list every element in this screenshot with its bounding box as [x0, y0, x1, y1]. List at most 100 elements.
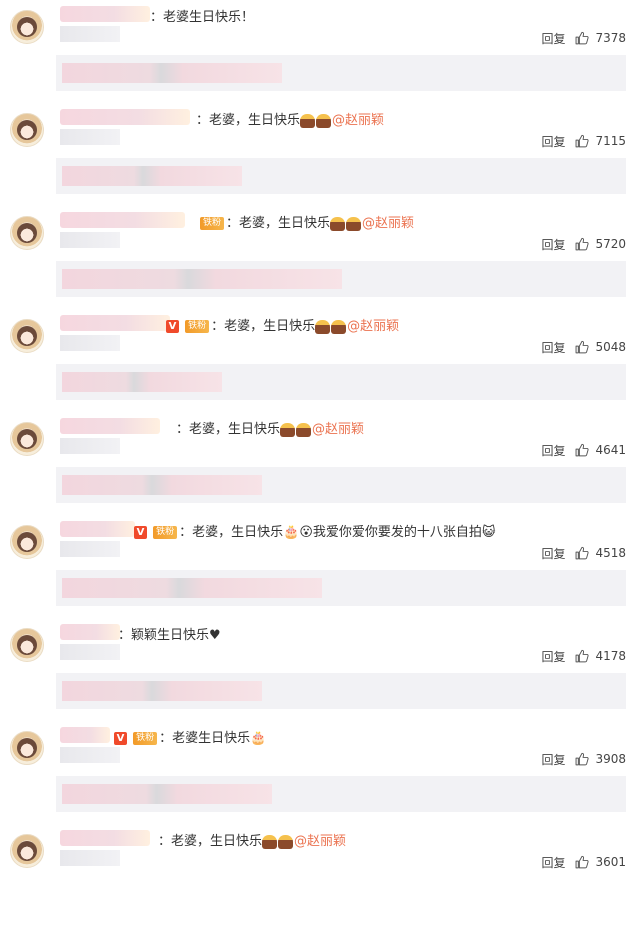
sub-reply-blurred [62, 784, 272, 804]
reply-button[interactable]: 回复 [541, 133, 565, 150]
like-button[interactable]: 7378 [575, 31, 626, 45]
timestamp-blurred [60, 335, 120, 351]
timestamp-blurred [60, 232, 120, 248]
comment-body: ：老婆，生日快乐🎂😮我爱你爱你要发的十八张自拍😺 [179, 525, 496, 540]
like-button[interactable]: 5048 [575, 340, 626, 354]
username-blurred[interactable] [60, 418, 160, 434]
sub-reply-blurred [62, 475, 262, 495]
avatar[interactable] [10, 216, 44, 250]
avatar[interactable] [10, 834, 44, 868]
like-count: 7378 [595, 31, 626, 45]
comment-actions: 回复 5048 [541, 339, 626, 355]
sub-reply-box[interactable] [56, 673, 626, 709]
vip-badge-icon: V [134, 526, 147, 539]
avatar[interactable] [10, 113, 44, 147]
sub-reply-box[interactable] [56, 261, 626, 297]
sub-reply-box[interactable] [56, 158, 626, 194]
sub-reply-blurred [62, 166, 242, 186]
sub-reply-box[interactable] [56, 570, 626, 606]
sub-reply-blurred [62, 63, 282, 83]
cake-emoji-icon [315, 319, 331, 334]
username-blurred[interactable] [60, 212, 185, 228]
avatar[interactable] [10, 319, 44, 353]
comment-list: ：老婆生日快乐！ 回复 7378 ：老婆，生日快乐 @赵丽颖 回复 7115 铁粉 ：老婆，生日… [0, 0, 640, 876]
comment-body: ：老婆，生日快乐 [196, 113, 301, 128]
timestamp-blurred [60, 26, 120, 42]
timestamp-blurred [60, 541, 120, 557]
avatar[interactable] [10, 525, 44, 559]
mention-link[interactable]: @赵丽颖 [294, 834, 346, 849]
mention-link[interactable]: @赵丽颖 [312, 422, 364, 437]
cake-emoji-icon [330, 216, 346, 231]
like-count: 4641 [595, 443, 626, 457]
like-button[interactable]: 3601 [575, 855, 626, 869]
like-button[interactable]: 4178 [575, 649, 626, 663]
comment-item: V 铁粉 ：老婆生日快乐🎂 回复 3908 [0, 721, 640, 824]
like-button[interactable]: 7115 [575, 134, 626, 148]
comment-body: ：颖颖生日快乐♥ [118, 628, 221, 643]
thumbs-up-icon [575, 31, 590, 45]
comment-body: ：老婆，生日快乐 [176, 422, 281, 437]
comment-text: ：老婆，生日快乐 @赵丽颖 [176, 418, 364, 437]
reply-button[interactable]: 回复 [541, 545, 565, 562]
cake-emoji-icon [300, 113, 316, 128]
like-count: 4178 [595, 649, 626, 663]
mention-link[interactable]: @赵丽颖 [362, 216, 414, 231]
cake-emoji-icon [280, 422, 296, 437]
reply-button[interactable]: 回复 [541, 236, 565, 253]
reply-button[interactable]: 回复 [541, 854, 565, 871]
like-button[interactable]: 5720 [575, 237, 626, 251]
reply-button[interactable]: 回复 [541, 30, 565, 47]
sub-reply-blurred [62, 681, 262, 701]
comment-text: ：颖颖生日快乐♥ [118, 624, 221, 643]
thumbs-up-icon [575, 855, 590, 869]
sub-reply-box[interactable] [56, 776, 626, 812]
comment-text: ：老婆，生日快乐 @赵丽颖 [158, 830, 346, 849]
mention-link[interactable]: @赵丽颖 [332, 113, 384, 128]
username-blurred[interactable] [60, 6, 150, 22]
sub-reply-box[interactable] [56, 467, 626, 503]
thumbs-up-icon [575, 546, 590, 560]
username-blurred[interactable] [60, 624, 120, 640]
fan-badge: 铁粉 [185, 320, 210, 333]
like-button[interactable]: 4518 [575, 546, 626, 560]
comment-actions: 回复 3908 [541, 751, 626, 767]
like-count: 3601 [595, 855, 626, 869]
like-button[interactable]: 3908 [575, 752, 626, 766]
username-blurred[interactable] [60, 109, 190, 125]
username-blurred[interactable] [60, 315, 170, 331]
comment-actions: 回复 7115 [541, 133, 626, 149]
sub-reply-box[interactable] [56, 55, 626, 91]
comment-text: ：老婆，生日快乐 @赵丽颖 [196, 109, 384, 128]
comment-actions: 回复 7378 [541, 30, 626, 46]
sub-reply-box[interactable] [56, 364, 626, 400]
vip-badge-icon: V [166, 320, 179, 333]
username-blurred[interactable] [60, 521, 135, 537]
avatar[interactable] [10, 628, 44, 662]
avatar[interactable] [10, 731, 44, 765]
reply-button[interactable]: 回复 [541, 442, 565, 459]
reply-button[interactable]: 回复 [541, 751, 565, 768]
comment-actions: 回复 3601 [541, 854, 626, 870]
cake-emoji-icon [262, 834, 278, 849]
username-blurred[interactable] [60, 830, 150, 846]
cake-emoji-icon [296, 422, 312, 437]
comment-body: ：老婆生日快乐！ [150, 10, 255, 25]
avatar[interactable] [10, 422, 44, 456]
cake-emoji-icon [278, 834, 294, 849]
cake-emoji-icon [331, 319, 347, 334]
username-blurred[interactable] [60, 727, 110, 743]
reply-button[interactable]: 回复 [541, 648, 565, 665]
comment-text: ：老婆生日快乐！ [150, 6, 254, 25]
sub-reply-blurred [62, 578, 322, 598]
cake-emoji-icon [346, 216, 362, 231]
comment-item: 铁粉 ：老婆，生日快乐 @赵丽颖回复 5720 [0, 206, 640, 309]
comment-text: 铁粉 ：老婆，生日快乐 @赵丽颖 [198, 212, 414, 231]
avatar[interactable] [10, 10, 44, 44]
comment-item: ：老婆生日快乐！ 回复 7378 [0, 0, 640, 103]
sub-reply-blurred [62, 372, 222, 392]
reply-button[interactable]: 回复 [541, 339, 565, 356]
timestamp-blurred [60, 438, 120, 454]
mention-link[interactable]: @赵丽颖 [347, 319, 399, 334]
like-button[interactable]: 4641 [575, 443, 626, 457]
